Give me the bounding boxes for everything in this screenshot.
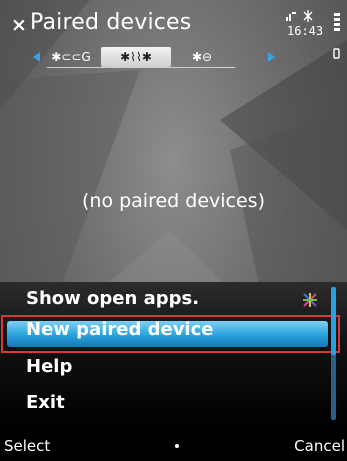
menu-item-show-open-apps[interactable]: Show open apps. [0, 285, 347, 313]
bluetooth-status-icon [303, 10, 313, 22]
menu-item-label: Exit [26, 392, 65, 413]
menu-item-exit[interactable]: Exit [0, 389, 347, 417]
softkey-bar: Select Cancel [0, 430, 347, 461]
softkey-right[interactable]: Cancel [294, 437, 345, 455]
tab-underline [47, 67, 235, 68]
status-icons [286, 10, 313, 22]
close-icon[interactable]: × [11, 14, 27, 36]
page-title: Paired devices [30, 10, 192, 35]
connection-icon [333, 48, 340, 59]
screen: × Paired devices 16:43 ✱⊂⊂G ✱⌇⌇✱ ✱⊖ (no … [0, 0, 347, 461]
battery-icon [334, 13, 340, 31]
tab-right-arrow-icon[interactable] [268, 52, 276, 62]
annotation-box [1, 315, 340, 353]
tab-device[interactable]: ✱⊖ [173, 47, 231, 67]
clock: 16:43 [287, 24, 324, 38]
tab-transfer[interactable]: ✱⌇⌇✱ [101, 47, 171, 67]
menu-item-label: Help [26, 356, 73, 377]
softkey-left[interactable]: Select [4, 437, 50, 455]
tab-left-arrow-icon[interactable] [33, 52, 41, 62]
open-apps-icon [303, 293, 317, 307]
options-menu: Show open apps. New paired device Help E… [0, 282, 347, 430]
softkey-middle[interactable] [175, 444, 179, 448]
tab-strip: ✱⊂⊂G ✱⌇⌇✱ ✱⊖ [30, 44, 292, 71]
menu-item-help[interactable]: Help [0, 353, 347, 381]
scrollbar-thumb[interactable] [331, 287, 336, 355]
empty-list-message: (no paired devices) [81, 190, 265, 212]
signal-icon [286, 12, 296, 21]
tab-headset[interactable]: ✱⊂⊂G [47, 47, 95, 67]
menu-item-label: Show open apps. [26, 288, 200, 309]
